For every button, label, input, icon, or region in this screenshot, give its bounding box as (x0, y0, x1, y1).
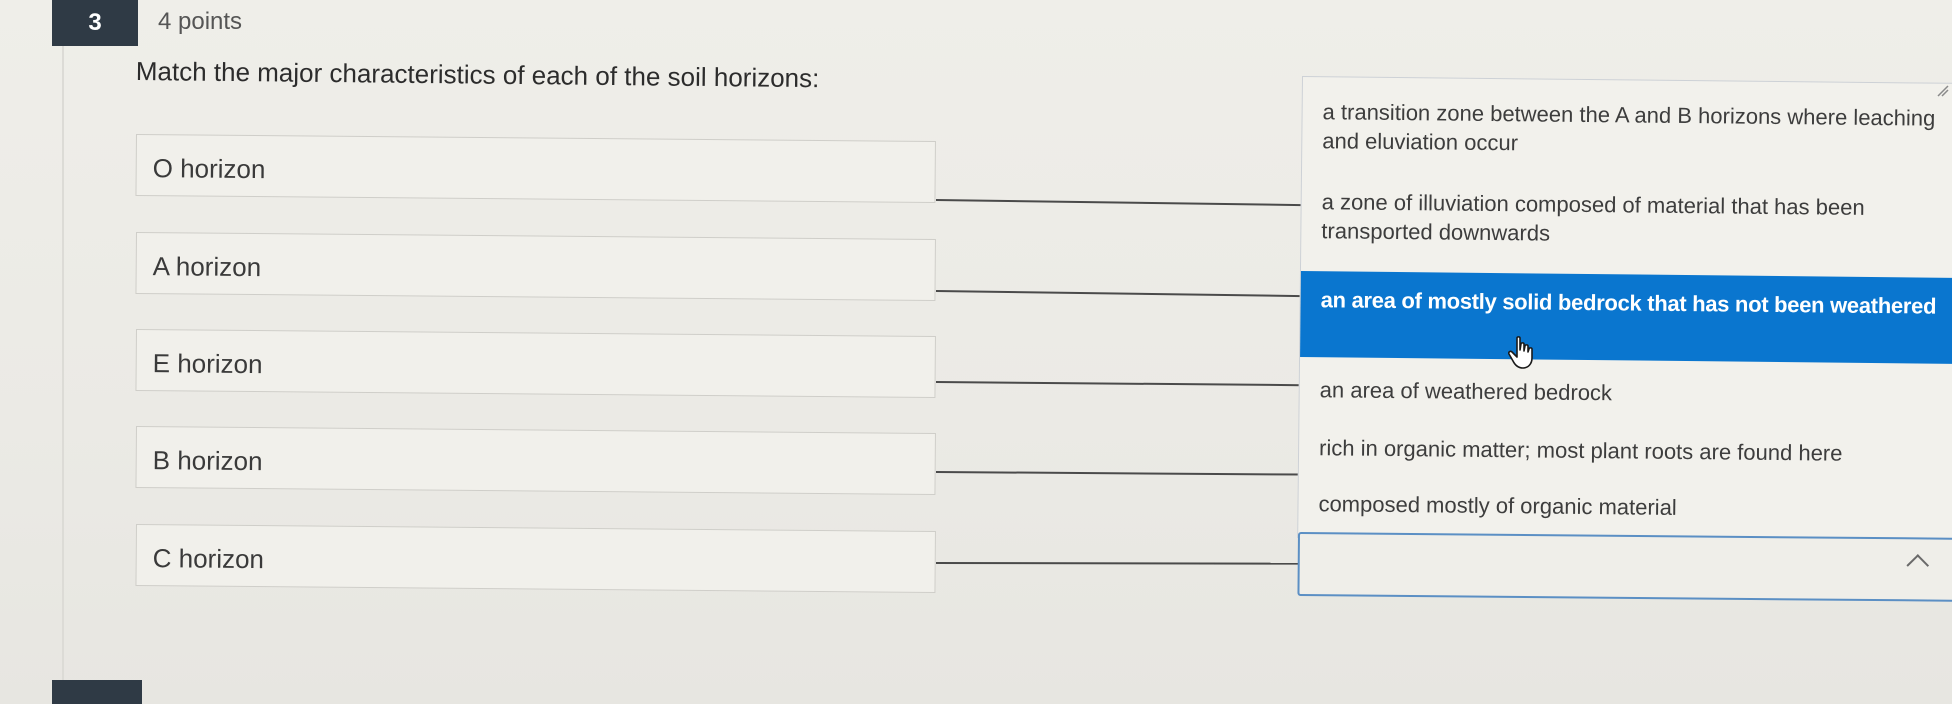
term-label: A horizon (152, 251, 262, 283)
term-a-horizon: A horizon (135, 232, 936, 301)
question-prompt: Match the major characteristics of each … (135, 56, 820, 94)
connector-line (935, 471, 1302, 476)
term-label: C horizon (152, 543, 265, 575)
chevron-up-icon[interactable] (1906, 554, 1930, 577)
dropdown-option[interactable]: a transition zone between the A and B ho… (1302, 97, 1952, 162)
dropdown-option[interactable]: a zone of illuviation composed of materi… (1301, 187, 1952, 252)
connector-line (935, 290, 1302, 298)
connector-line (935, 381, 1302, 387)
connector-line (935, 562, 1303, 565)
term-o-horizon: O horizon (135, 134, 936, 203)
resize-icon (1937, 85, 1949, 97)
quiz-page: 3 4 points Match the major characteristi… (0, 0, 1952, 704)
dropdown-option[interactable]: an area of weathered bedrock (1300, 375, 1952, 411)
answer-dropdown-list: a transition zone between the A and B ho… (1297, 76, 1952, 545)
term-label: O horizon (152, 153, 266, 185)
question-number-badge: 3 (52, 0, 138, 46)
left-divider (62, 0, 64, 704)
answer-select[interactable] (1297, 532, 1952, 602)
term-b-horizon: B horizon (135, 426, 936, 495)
next-question-badge (52, 680, 142, 704)
term-label: E horizon (152, 348, 263, 380)
dropdown-option[interactable]: composed mostly of organic material (1298, 489, 1952, 525)
hand-pointer-icon (1508, 336, 1533, 369)
term-c-horizon: C horizon (135, 524, 936, 593)
term-e-horizon: E horizon (135, 329, 936, 398)
question-points: 4 points (158, 8, 243, 35)
term-label: B horizon (152, 445, 263, 477)
connector-line (935, 199, 1302, 207)
dropdown-option[interactable]: rich in organic matter; most plant roots… (1299, 433, 1952, 469)
dropdown-option-highlighted[interactable]: an area of mostly solid bedrock that has… (1300, 270, 1952, 364)
